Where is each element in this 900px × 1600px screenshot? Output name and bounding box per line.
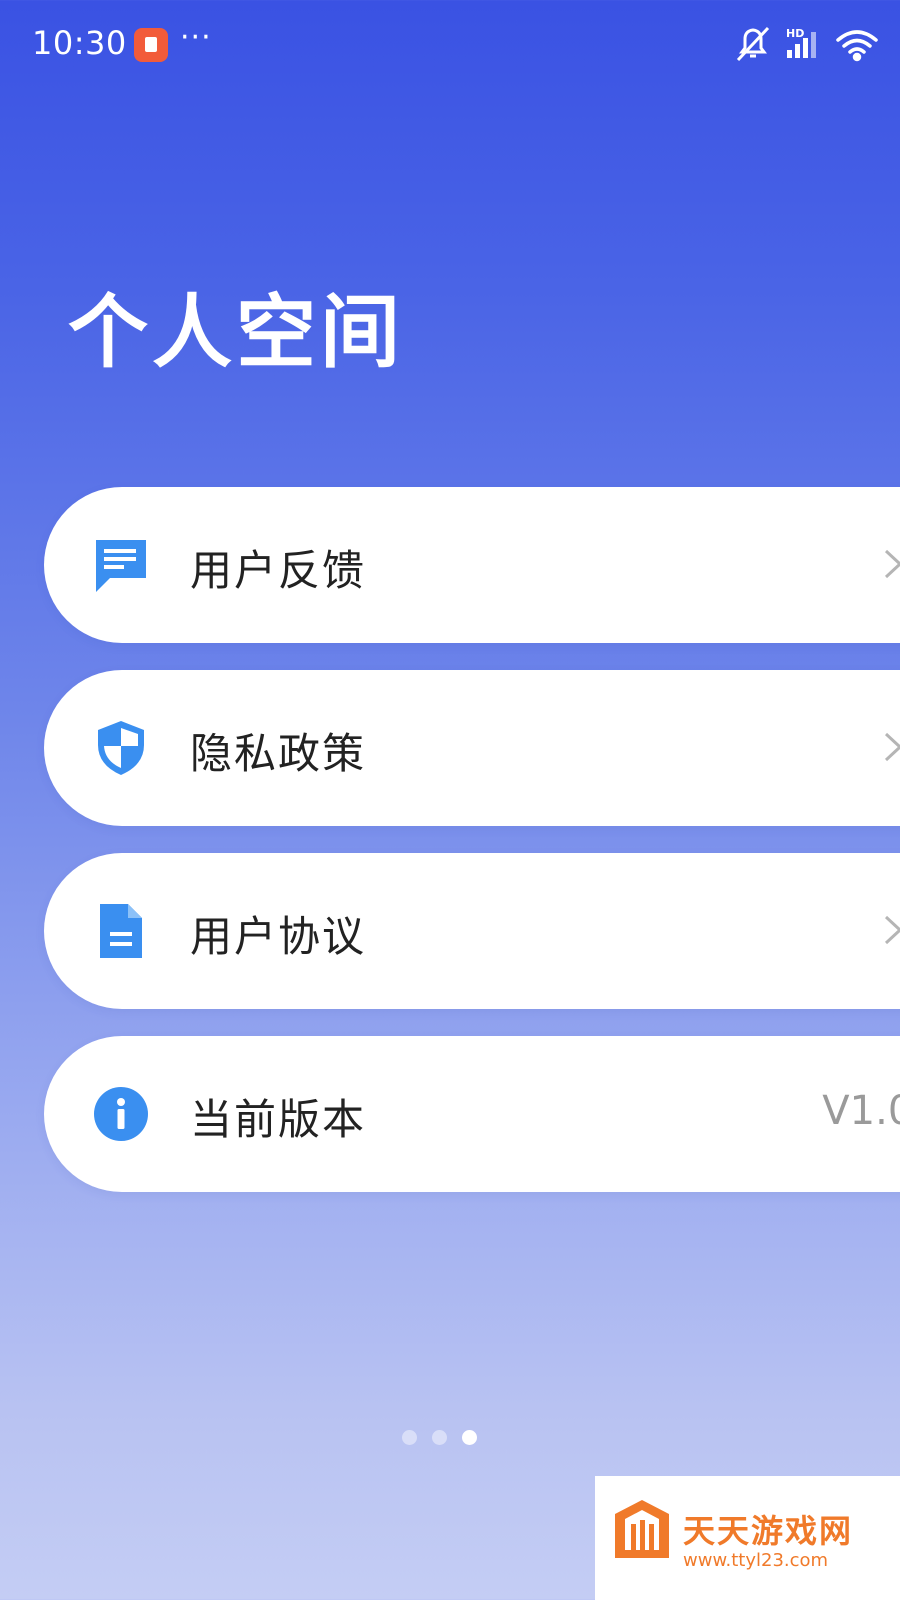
- chevron-right-icon: [882, 545, 900, 583]
- watermark-name: 天天游戏网: [683, 1512, 854, 1550]
- menu-item-label: 用户反馈: [190, 546, 367, 595]
- version-value: V1.0.: [822, 1088, 900, 1134]
- info-icon: [92, 1085, 150, 1143]
- chevron-right-icon: [882, 728, 900, 766]
- hd-label: HD: [786, 27, 804, 40]
- app-badge-icon: [134, 28, 168, 62]
- wifi-icon: [836, 30, 878, 62]
- page-dot[interactable]: [432, 1430, 447, 1445]
- more-notifications-icon: ···: [180, 20, 212, 55]
- menu-item-label: 当前版本: [190, 1095, 367, 1144]
- menu-item-feedback[interactable]: 用户反馈: [44, 487, 900, 643]
- status-bar: 10:30 ··· HD: [0, 0, 900, 90]
- watermark: 天天游戏网 www.ttyl23.com: [595, 1476, 900, 1600]
- chat-message-icon: [92, 536, 150, 594]
- menu-item-version[interactable]: 当前版本 V1.0.: [44, 1036, 900, 1192]
- document-icon: [92, 902, 150, 960]
- status-icons: HD: [734, 24, 882, 64]
- menu-item-label: 隐私政策: [190, 729, 367, 778]
- status-time: 10:30: [32, 24, 127, 62]
- page-dot[interactable]: [402, 1430, 417, 1445]
- menu-item-label: 用户协议: [190, 912, 367, 961]
- shield-icon: [92, 719, 150, 777]
- hd-signal-icon: HD: [786, 27, 816, 58]
- watermark-url: www.ttyl23.com: [683, 1550, 829, 1571]
- chevron-right-icon: [882, 911, 900, 949]
- silent-bell-icon: [736, 26, 770, 62]
- page-title: 个人空间: [68, 286, 404, 379]
- menu-item-user-agreement[interactable]: 用户协议: [44, 853, 900, 1009]
- watermark-logo-icon: [613, 1498, 671, 1572]
- menu-item-privacy[interactable]: 隐私政策: [44, 670, 900, 826]
- page-dot-active[interactable]: [462, 1430, 477, 1445]
